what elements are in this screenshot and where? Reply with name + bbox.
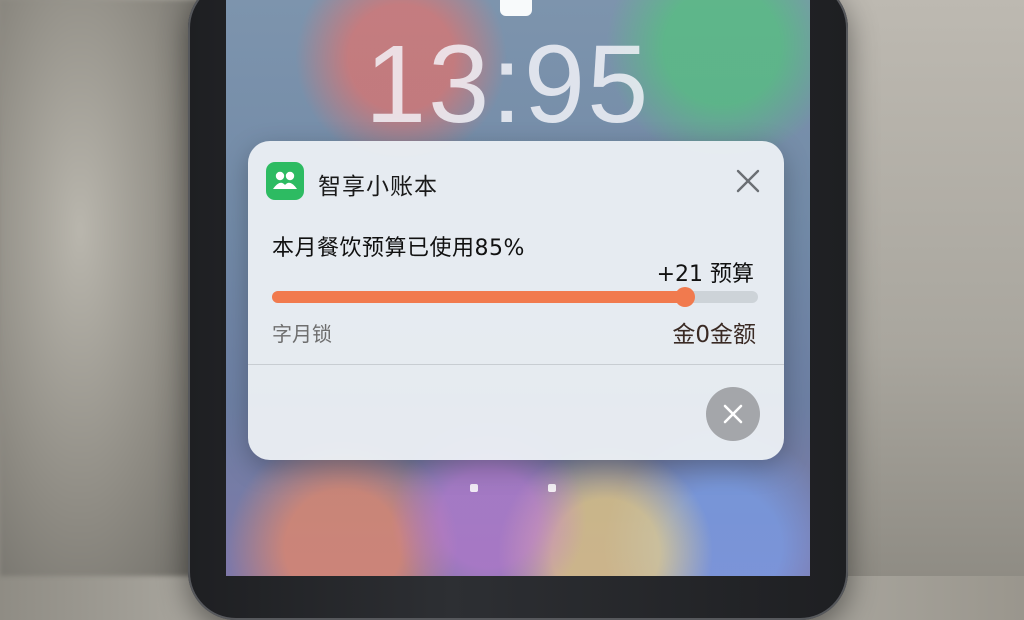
notification-card[interactable]: 智享小账本 本月餐饮预算已使用85% +21 预算 字月锁 金0金额 xyxy=(248,141,784,460)
background-right xyxy=(834,0,1024,576)
notification-message: 本月餐饮预算已使用85% xyxy=(272,236,525,261)
budget-progress-knob xyxy=(675,287,695,307)
notification-header: 智享小账本 xyxy=(248,141,784,223)
budget-progress-bar xyxy=(272,287,758,307)
budget-progress-fill xyxy=(272,291,685,303)
close-icon xyxy=(723,404,743,424)
close-icon[interactable] xyxy=(734,167,762,195)
left-footer-label: 字月锁 xyxy=(272,322,332,346)
amount-label: 金0金额 xyxy=(672,322,756,348)
page-dots xyxy=(470,484,560,494)
divider xyxy=(248,364,784,365)
lock-screen-clock: 13:95 xyxy=(365,23,651,146)
budget-delta: +21 预算 xyxy=(656,262,754,287)
page-dot xyxy=(470,484,478,492)
dismiss-button[interactable] xyxy=(706,387,760,441)
background-left xyxy=(0,0,200,576)
people-icon xyxy=(266,162,304,200)
status-indicator xyxy=(500,0,532,16)
page-dot xyxy=(548,484,556,492)
app-name: 智享小账本 xyxy=(318,174,438,200)
